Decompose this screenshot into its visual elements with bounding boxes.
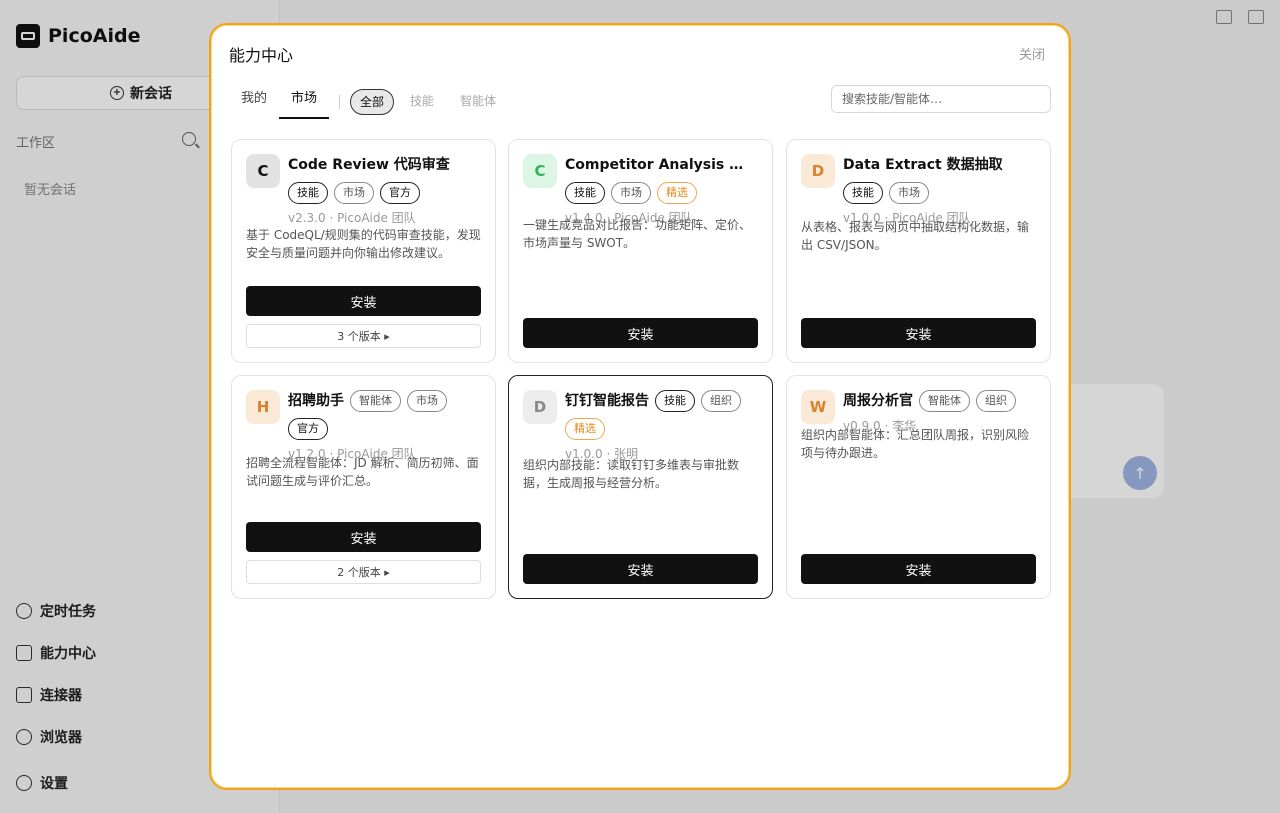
card-avatar: D bbox=[801, 154, 835, 188]
card-title: 钉钉智能报告 bbox=[565, 393, 649, 409]
card-tag: 技能 bbox=[843, 182, 883, 204]
capability-card[interactable]: D 钉钉智能报告 技能 组织 精选 v1.0.0 · 张明 组织内部技能：读取钉钉多维表与审… bbox=[508, 375, 773, 599]
card-avatar: C bbox=[523, 154, 557, 188]
card-title: 招聘助手 bbox=[288, 393, 344, 409]
filter-skills[interactable]: 技能 bbox=[400, 89, 444, 115]
card-description: 从表格、报表与网页中抽取结构化数据，输出 CSV/JSON。 bbox=[801, 220, 1030, 252]
card-avatar: D bbox=[523, 390, 557, 424]
card-description: 基于 CodeQL/规则集的代码审查技能，发现安全与质量问题并向你输出修改建议。 bbox=[246, 228, 481, 260]
tab-bar: 我的 市场 全部 技能 智能体 bbox=[229, 85, 512, 119]
card-description: 一键生成竞品对比报告：功能矩阵、定价、市场声量与 SWOT。 bbox=[523, 218, 752, 250]
install-button[interactable]: 安装 bbox=[246, 286, 481, 316]
card-tag: 官方 bbox=[380, 182, 420, 204]
card-title: Competitor Analysis 竞品… bbox=[565, 157, 755, 173]
card-description: 组织内部智能体：汇总团队周报，识别风险项与待办跟进。 bbox=[801, 428, 1030, 460]
card-tag: 技能 bbox=[655, 390, 695, 412]
close-button[interactable]: 关闭 bbox=[1019, 44, 1045, 63]
card-avatar: C bbox=[246, 154, 280, 188]
card-title: 周报分析官 bbox=[843, 393, 913, 409]
card-tag: 精选 bbox=[657, 182, 697, 204]
card-tag: 市场 bbox=[407, 390, 447, 412]
capability-card[interactable]: D Data Extract 数据抽取 技能 市场 v1.0.0 · PicoAide … bbox=[786, 139, 1051, 363]
install-button[interactable]: 安装 bbox=[801, 318, 1036, 348]
install-button[interactable]: 安装 bbox=[523, 318, 758, 348]
install-button[interactable]: 安装 bbox=[523, 554, 758, 584]
capability-card[interactable]: C Competitor Analysis 竞品… 技能 市场 精选 v1.4.0 · P… bbox=[508, 139, 773, 363]
card-header: Data Extract 数据抽取 技能 市场 v1.0.0 · PicoAide 团… bbox=[843, 154, 1040, 226]
card-header: 招聘助手 智能体 市场 官方 v1.2.0 · PicoAide 团队 bbox=[288, 390, 485, 462]
versions-button[interactable]: 2 个版本 ▸ bbox=[246, 560, 481, 584]
modal-title: 能力中心 bbox=[229, 46, 294, 65]
card-meta: v2.3.0 · PicoAide 团队 bbox=[288, 211, 416, 225]
card-tag: 市场 bbox=[334, 182, 374, 204]
card-tag: 市场 bbox=[889, 182, 929, 204]
card-tag: 市场 bbox=[611, 182, 651, 204]
card-tag: 智能体 bbox=[919, 390, 970, 412]
card-avatar: W bbox=[801, 390, 835, 424]
card-tag: 组织 bbox=[701, 390, 741, 412]
versions-button[interactable]: 3 个版本 ▸ bbox=[246, 324, 481, 348]
filter-agents[interactable]: 智能体 bbox=[450, 89, 506, 115]
install-button[interactable]: 安装 bbox=[801, 554, 1036, 584]
card-tag: 技能 bbox=[565, 182, 605, 204]
card-description: 组织内部技能：读取钉钉多维表与审批数据，生成周报与经营分析。 bbox=[523, 458, 740, 490]
card-tag: 技能 bbox=[288, 182, 328, 204]
card-tag: 官方 bbox=[288, 418, 328, 440]
tab-market[interactable]: 市场 bbox=[279, 85, 330, 119]
card-avatar: H bbox=[246, 390, 280, 424]
install-button[interactable]: 安装 bbox=[246, 522, 481, 552]
capability-card[interactable]: W 周报分析官 智能体 组织 v0.9.0 · 李华 组织内部智能体：汇总团队周报，识别风… bbox=[786, 375, 1051, 599]
capability-card[interactable]: C Code Review 代码审查技能 市场 官方 v2.3.0 · PicoAide… bbox=[231, 139, 496, 363]
capability-center-modal: 能力中心 关闭 我的 市场 全部 技能 智能体 CCode Review 代码审… bbox=[209, 23, 1071, 790]
card-tag: 组织 bbox=[976, 390, 1016, 412]
capability-card[interactable]: H 招聘助手 智能体 市场 官方 v1.2.0 · PicoAide 团队 招聘全流程智能体… bbox=[231, 375, 496, 599]
tab-divider bbox=[339, 95, 341, 109]
card-tag: 智能体 bbox=[350, 390, 401, 412]
card-header: 钉钉智能报告 技能 组织 精选 v1.0.0 · 张明 bbox=[565, 390, 762, 462]
card-tag: 精选 bbox=[565, 418, 605, 440]
card-header: Code Review 代码审查技能 市场 官方 v2.3.0 · PicoAide … bbox=[288, 154, 485, 226]
card-description: 招聘全流程智能体：JD 解析、简历初筛、面试问题生成与评价汇总。 bbox=[246, 456, 479, 488]
card-title: Code Review 代码审查 bbox=[288, 157, 450, 173]
filter-all[interactable]: 全部 bbox=[350, 89, 395, 115]
search-input[interactable] bbox=[831, 85, 1051, 113]
tab-mine[interactable]: 我的 bbox=[229, 85, 279, 119]
card-title: Data Extract 数据抽取 bbox=[843, 157, 1003, 173]
